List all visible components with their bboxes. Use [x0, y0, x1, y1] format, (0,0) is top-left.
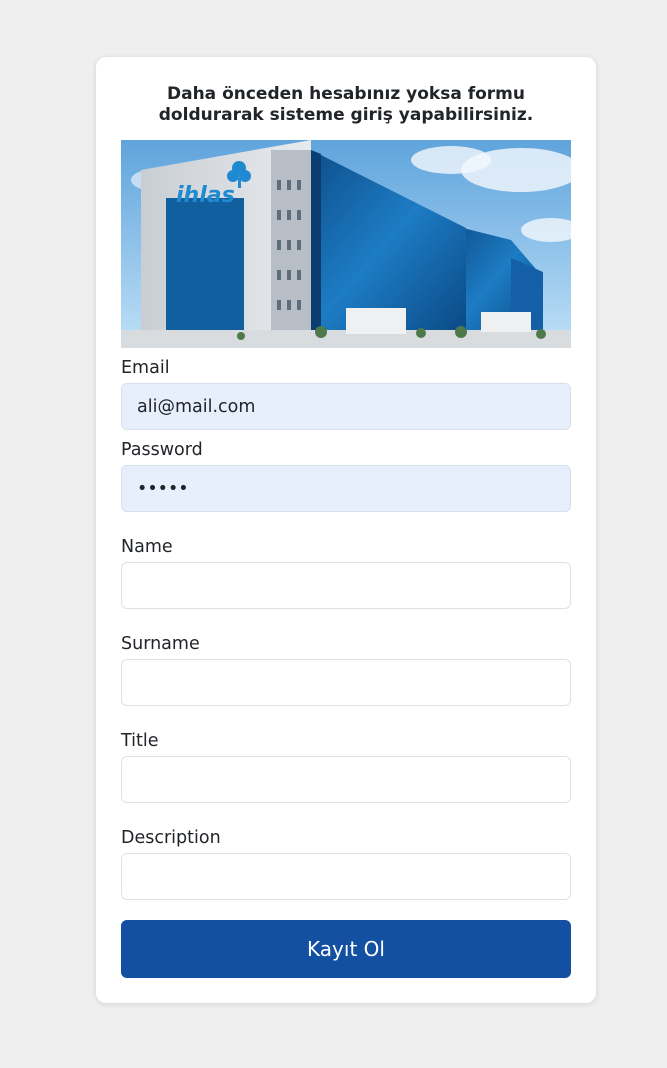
name-input[interactable]	[121, 562, 571, 609]
title-input[interactable]	[121, 756, 571, 803]
register-button[interactable]: Kayıt Ol	[121, 920, 571, 978]
password-label: Password	[121, 440, 203, 460]
building-photo: ihlas	[121, 140, 571, 348]
surname-input[interactable]	[121, 659, 571, 706]
email-label: Email	[121, 358, 170, 378]
intro-text: Daha önceden hesabınız yoksa formu doldu…	[158, 84, 534, 125]
surname-label: Surname	[121, 634, 200, 654]
description-label: Description	[121, 828, 221, 848]
title-label: Title	[121, 731, 159, 751]
name-label: Name	[121, 537, 173, 557]
register-card: Daha önceden hesabınız yoksa formu doldu…	[96, 57, 596, 1003]
ihlas-logo: ihlas	[176, 183, 235, 208]
email-input[interactable]	[121, 383, 571, 430]
description-input[interactable]	[121, 853, 571, 900]
password-input[interactable]	[121, 465, 571, 512]
